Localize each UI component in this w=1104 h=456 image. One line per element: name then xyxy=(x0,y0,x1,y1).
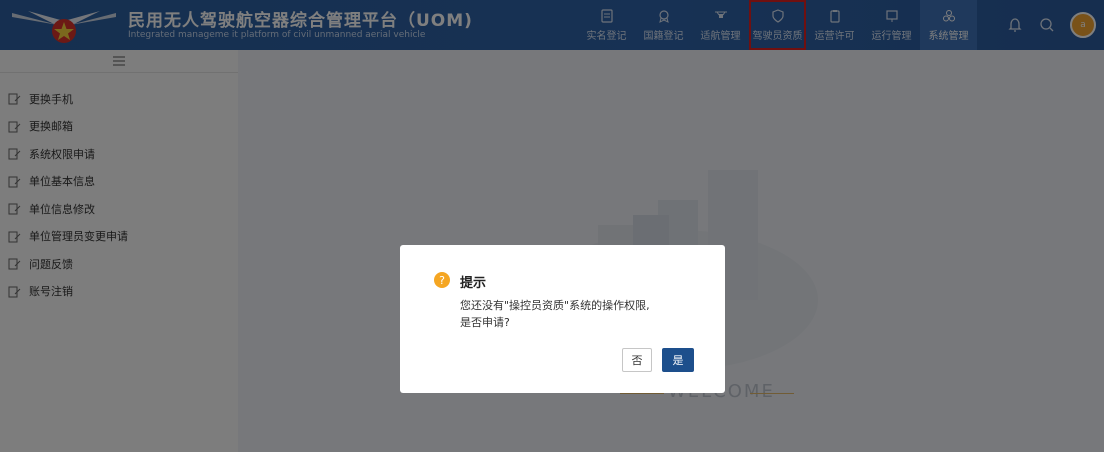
permission-prompt-dialog: ? 提示 您还没有"操控员资质"系统的操作权限, 是否申请? 否 是 xyxy=(400,245,725,393)
dialog-message: 您还没有"操控员资质"系统的操作权限, 是否申请? xyxy=(460,297,700,331)
dialog-message-line2: 是否申请? xyxy=(460,316,510,329)
cancel-button[interactable]: 否 xyxy=(622,348,652,372)
dialog-title: 提示 xyxy=(460,276,487,291)
warning-icon: ? xyxy=(434,272,450,288)
confirm-button[interactable]: 是 xyxy=(662,348,694,372)
dialog-message-line1: 您还没有"操控员资质"系统的操作权限, xyxy=(460,299,650,312)
svg-text:?: ? xyxy=(439,274,445,287)
